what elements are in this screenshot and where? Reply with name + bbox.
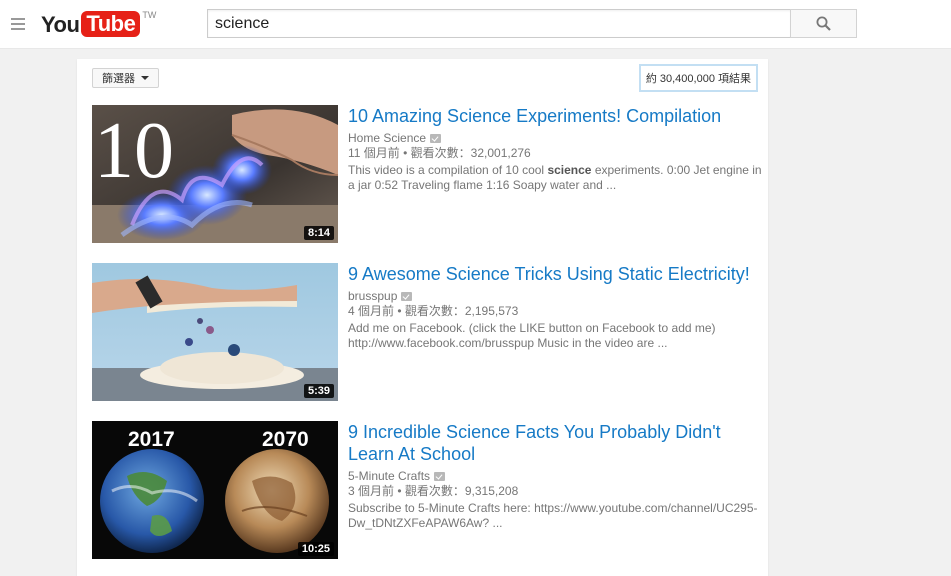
video-thumbnail[interactable]: 10 8:14	[92, 105, 338, 243]
search-icon	[816, 16, 831, 31]
filter-button[interactable]: 篩選器	[92, 68, 159, 88]
result-count: 約 30,400,000 項結果	[638, 64, 758, 92]
video-meta: 4 個月前 • 觀看次數：2,195,573	[348, 304, 519, 318]
thumbnail-image: 10	[92, 105, 338, 243]
video-meta: 11 個月前 • 觀看次數：32,001,276	[348, 146, 531, 160]
verified-badge-icon	[401, 292, 413, 301]
description-highlight: science	[547, 163, 592, 177]
channel-link[interactable]: 5-Minute Crafts	[348, 469, 768, 484]
channel-link[interactable]: Home Science	[348, 131, 768, 146]
description-text: This video is a compilation of 10 cool	[348, 163, 548, 177]
channel-name: brusspup	[348, 289, 398, 303]
video-result: 2017 2070 10:25 9 Incredible Science Fac…	[92, 421, 758, 561]
verified-badge-icon	[430, 134, 442, 143]
menu-icon[interactable]	[11, 18, 25, 30]
video-duration: 10:25	[297, 542, 334, 556]
video-title[interactable]: 10 Amazing Science Experiments! Compilat…	[348, 105, 768, 127]
video-result: 10 8:14 10 Amazing Science Experiments! …	[92, 105, 762, 245]
thumbnail-text: 10	[94, 107, 174, 195]
filter-label: 篩選器	[102, 73, 135, 85]
video-description: This video is a compilation of 10 cool s…	[348, 163, 768, 193]
caret-down-icon	[141, 76, 149, 80]
logo-tube: Tube	[81, 11, 141, 37]
video-title[interactable]: 9 Incredible Science Facts You Probably …	[348, 421, 768, 465]
video-description: Subscribe to 5-Minute Crafts here: https…	[348, 501, 758, 530]
channel-name: Home Science	[348, 131, 427, 145]
video-title[interactable]: 9 Awesome Science Tricks Using Static El…	[348, 263, 768, 285]
results-panel: 篩選器 約 30,400,000 項結果 10 8:14 10 Amazing …	[77, 59, 768, 576]
logo-you: You	[41, 12, 80, 37]
youtube-logo[interactable]: You Tube TW	[41, 10, 157, 39]
masthead: You Tube TW	[0, 0, 951, 49]
video-thumbnail[interactable]: 5:39	[92, 263, 338, 401]
video-meta: 3 個月前 • 觀看次數：9,315,208	[348, 484, 519, 498]
logo-country-code: TW	[142, 10, 157, 20]
verified-badge-icon	[434, 472, 446, 481]
channel-link[interactable]: brusspup	[348, 289, 768, 304]
video-duration: 5:39	[303, 384, 334, 398]
video-info: 9 Incredible Science Facts You Probably …	[348, 421, 768, 531]
thumbnail-text-right: 2070	[262, 428, 309, 451]
thumbnail-image: 2017 2070	[92, 421, 338, 559]
video-info: 10 Amazing Science Experiments! Compilat…	[348, 105, 768, 193]
video-info: 9 Awesome Science Tricks Using Static El…	[348, 263, 768, 351]
video-description: Add me on Facebook. (click the LIKE butt…	[348, 321, 716, 350]
search-box	[207, 9, 791, 38]
channel-name: 5-Minute Crafts	[348, 469, 431, 483]
search-input[interactable]	[208, 10, 791, 37]
search-button[interactable]	[790, 9, 857, 38]
thumbnail-text-left: 2017	[128, 428, 175, 451]
video-duration: 8:14	[303, 226, 334, 240]
thumbnail-image	[92, 263, 338, 401]
video-result: 5:39 9 Awesome Science Tricks Using Stat…	[92, 263, 750, 403]
video-thumbnail[interactable]: 2017 2070 10:25	[92, 421, 338, 559]
